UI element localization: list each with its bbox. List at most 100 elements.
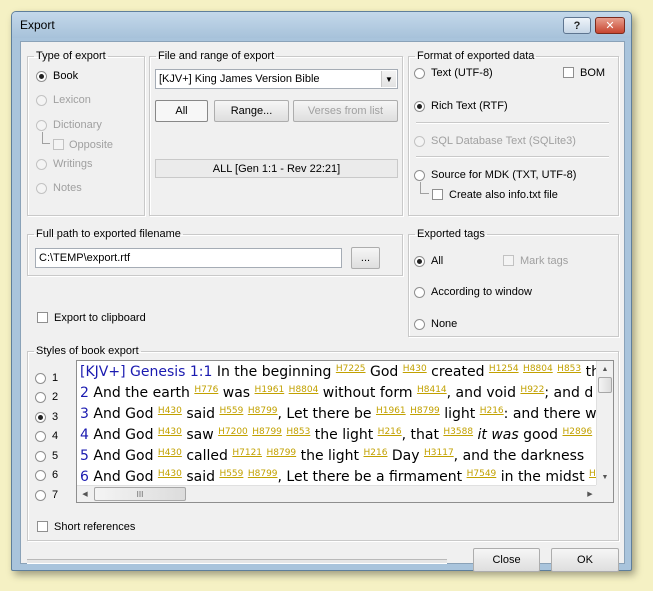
chevron-down-icon[interactable]: ▼: [381, 71, 396, 87]
radio-dictionary[interactable]: [36, 120, 47, 131]
radio-mdk[interactable]: [414, 170, 425, 181]
label-clipboard: Export to clipboard: [54, 312, 146, 324]
radio-tags-according[interactable]: [414, 287, 425, 298]
label-book: Book: [53, 70, 79, 82]
radio-tags-all[interactable]: [414, 256, 425, 267]
verse-text: Day: [387, 448, 424, 464]
radio-style-4[interactable]: [35, 431, 46, 442]
label-rtf: Rich Text (RTF): [431, 100, 508, 112]
verse-text: in the midst: [496, 469, 590, 485]
all-button[interactable]: All: [155, 100, 208, 122]
title-bar[interactable]: Export ? ✕: [12, 12, 631, 38]
label-mdk: Source for MDK (TXT, UTF-8): [431, 169, 577, 181]
scroll-corner: [596, 485, 613, 502]
radio-text-utf8[interactable]: [414, 68, 425, 79]
verse-text: the light: [310, 427, 378, 443]
strong-number: H853: [557, 364, 582, 374]
checkbox-opposite[interactable]: [53, 139, 64, 150]
label-writings: Writings: [53, 158, 93, 170]
label-lexicon: Lexicon: [53, 94, 91, 106]
verse-number: 2: [80, 385, 89, 401]
window-title: Export: [20, 18, 55, 32]
scroll-up-icon[interactable]: ▲: [597, 361, 613, 377]
close-button[interactable]: Close: [473, 548, 540, 572]
verse-text: ; and d: [544, 385, 594, 401]
verse-text: And the earth: [88, 385, 195, 401]
verse-text: In the beginning: [212, 364, 336, 380]
radio-notes[interactable]: [36, 183, 47, 194]
radio-style-2[interactable]: [35, 392, 46, 403]
checkbox-info-txt[interactable]: [432, 189, 443, 200]
checkbox-mark-tags[interactable]: [503, 255, 514, 266]
strong-number: H8804: [523, 364, 553, 374]
format-separator-2: [416, 156, 609, 158]
checkbox-bom[interactable]: [563, 67, 574, 78]
radio-book[interactable]: [36, 71, 47, 82]
styles-legend: Styles of book export: [36, 345, 139, 357]
strong-number: H922: [520, 385, 545, 395]
vertical-scroll-thumb[interactable]: [598, 377, 612, 393]
radio-rtf[interactable]: [414, 101, 425, 112]
help-icon: ?: [573, 19, 581, 32]
filename-input[interactable]: C:\TEMP\export.rtf: [35, 248, 342, 268]
strong-number: H430: [157, 406, 182, 416]
exported-tags-legend: Exported tags: [417, 228, 485, 240]
horizontal-scrollbar[interactable]: ◀ III ▶: [77, 485, 598, 502]
radio-writings[interactable]: [36, 159, 47, 170]
checkbox-short-references[interactable]: [37, 521, 48, 532]
tree-connector-mdk: [420, 182, 429, 194]
label-style-7: 7: [52, 489, 59, 501]
horizontal-scroll-thumb[interactable]: III: [94, 487, 186, 501]
label-text-utf8: Text (UTF-8): [431, 67, 493, 79]
radio-style-3[interactable]: [35, 412, 46, 423]
label-short-references: Short references: [54, 521, 136, 533]
bible-select[interactable]: [KJV+] King James Version Bible ▼: [155, 69, 398, 89]
tree-connector: [42, 132, 50, 144]
ok-button[interactable]: OK: [551, 548, 619, 572]
strong-number: H216: [377, 427, 402, 437]
label-tags-according: According to window: [431, 286, 532, 298]
verse-text: created: [426, 364, 489, 380]
export-preview[interactable]: 6 And God H430 said H559 H8799, Let ther…: [76, 360, 614, 503]
radio-tags-none[interactable]: [414, 319, 425, 330]
browse-button[interactable]: ...: [351, 247, 380, 269]
radio-style-7[interactable]: [35, 490, 46, 501]
radio-style-6[interactable]: [35, 470, 46, 481]
verse-text: : and there w: [503, 406, 597, 422]
verse-text: the light: [296, 448, 364, 464]
close-window-button[interactable]: ✕: [595, 17, 625, 34]
label-bom: BOM: [580, 67, 606, 79]
label-opposite: Opposite: [69, 139, 114, 151]
strong-number: H1254: [488, 364, 519, 374]
range-display: ALL [Gen 1:1 - Rev 22:21]: [155, 159, 398, 178]
strong-number: H8799: [252, 427, 282, 437]
verse-text: , that: [401, 427, 444, 443]
radio-style-1[interactable]: [35, 373, 46, 384]
checkbox-clipboard[interactable]: [37, 312, 48, 323]
radio-sqlite[interactable]: [414, 136, 425, 147]
verse-text: light: [439, 406, 480, 422]
help-button[interactable]: ?: [563, 17, 591, 34]
verses-from-list-button[interactable]: Verses from list: [293, 100, 398, 122]
label-style-2: 2: [52, 391, 59, 403]
scroll-left-icon[interactable]: ◀: [77, 486, 93, 502]
verse-text: without form: [318, 385, 417, 401]
preview-line: 5 And God H430 called H7121 H8799 the li…: [80, 448, 584, 464]
bible-select-value: [KJV+] King James Version Bible: [159, 73, 320, 85]
range-button[interactable]: Range...: [214, 100, 289, 122]
scroll-down-icon[interactable]: ▼: [597, 469, 613, 485]
verse-text: And God: [88, 406, 158, 422]
vertical-scrollbar[interactable]: ▲ ▼: [596, 361, 613, 485]
radio-style-5[interactable]: [35, 451, 46, 462]
label-dictionary: Dictionary: [53, 119, 102, 131]
full-path-legend: Full path to exported filename: [36, 228, 181, 240]
progress-bar: [27, 559, 447, 564]
label-tags-all: All: [431, 255, 444, 267]
label-style-4: 4: [52, 430, 59, 442]
verse-text: , and the darkness: [453, 448, 585, 464]
strong-number: H8799: [247, 469, 278, 479]
format-separator-1: [416, 122, 609, 124]
label-tags-none: None: [431, 318, 458, 330]
radio-lexicon[interactable]: [36, 95, 47, 106]
strong-number: H216: [479, 406, 504, 416]
